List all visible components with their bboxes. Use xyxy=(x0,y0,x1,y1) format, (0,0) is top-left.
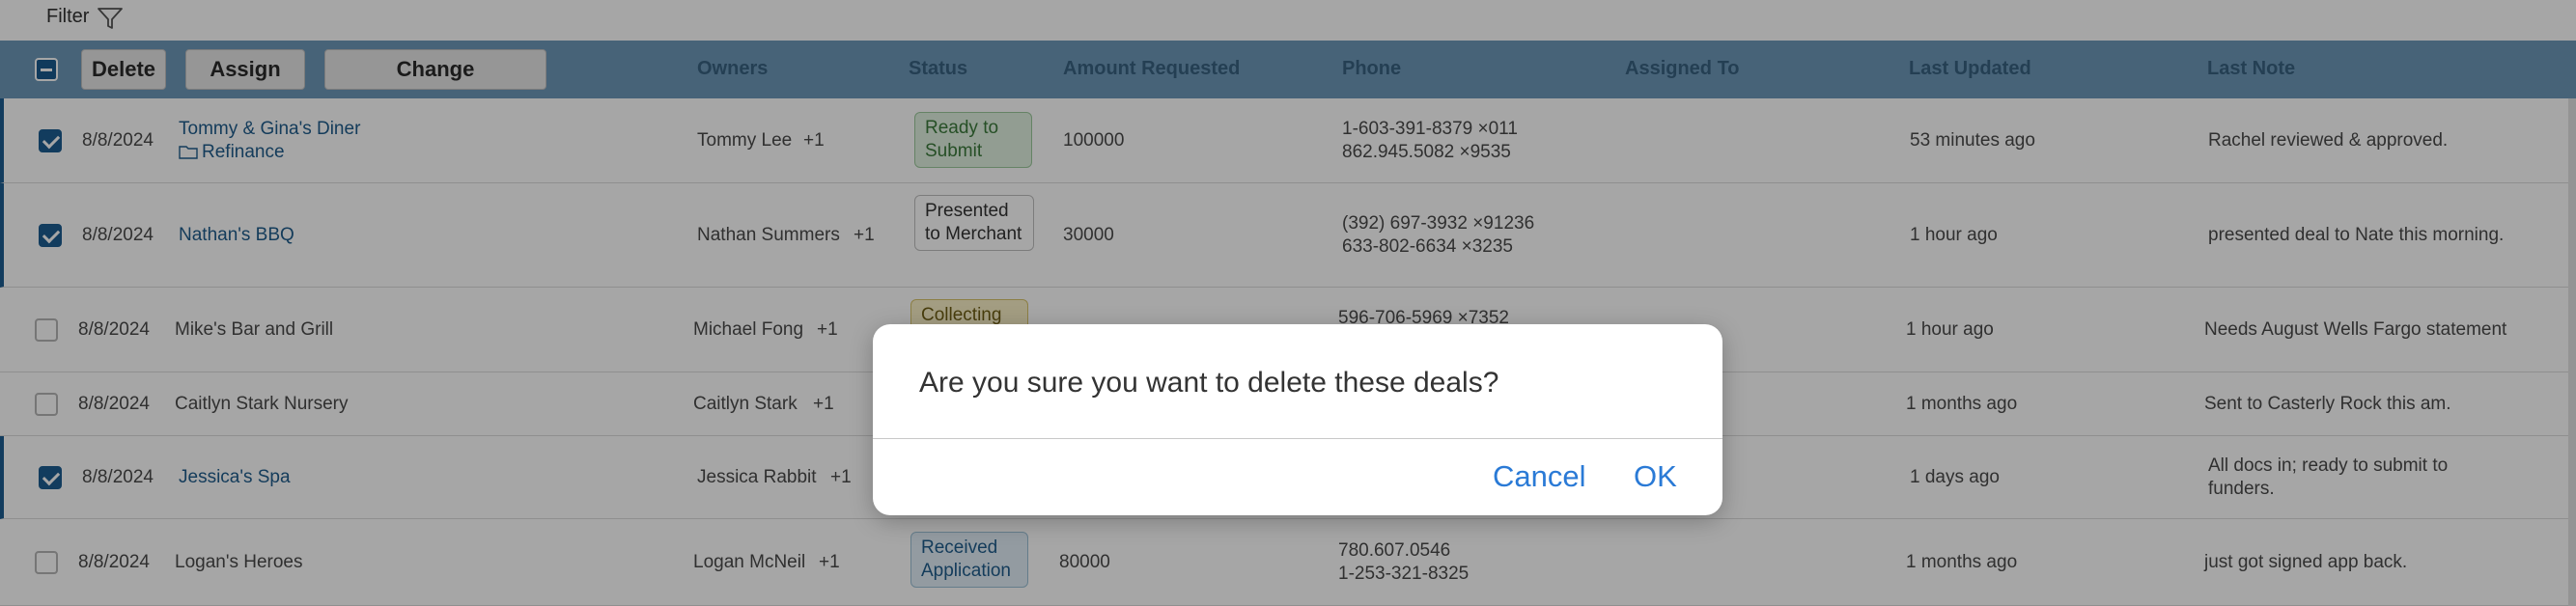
cancel-button[interactable]: Cancel xyxy=(1493,459,1586,494)
dialog-divider xyxy=(873,438,1722,439)
ok-button[interactable]: OK xyxy=(1634,459,1677,494)
dialog-message: Are you sure you want to delete these de… xyxy=(919,367,1499,399)
confirm-delete-dialog: Are you sure you want to delete these de… xyxy=(873,324,1722,515)
